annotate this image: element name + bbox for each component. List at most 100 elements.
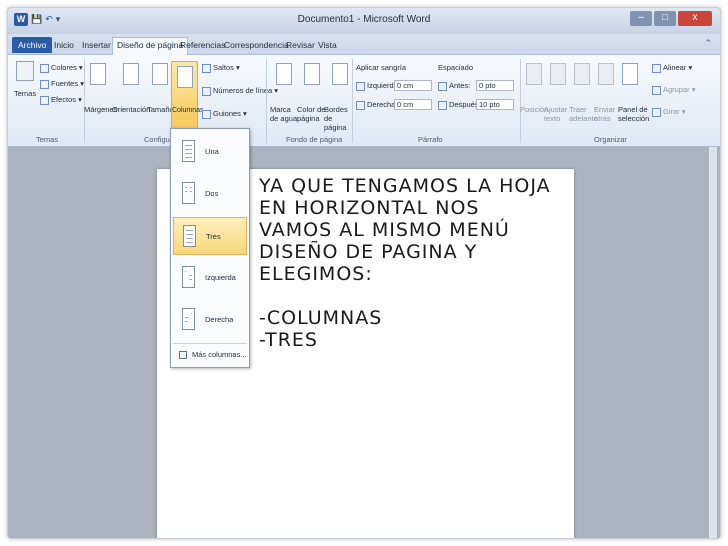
orientation-button[interactable]: Orientación xyxy=(112,105,150,114)
help-icon[interactable]: ⌃ xyxy=(704,38,712,49)
colors-icon xyxy=(40,63,49,73)
rotate-label: Girar xyxy=(663,107,680,116)
size-button[interactable]: Tamaño xyxy=(147,105,174,114)
indent-left-icon xyxy=(356,81,365,91)
line-numbers-icon xyxy=(202,86,211,96)
effects-icon xyxy=(40,95,49,105)
columns-option-tres[interactable]: Tres xyxy=(173,217,247,255)
themes-icon[interactable] xyxy=(16,61,34,81)
watermark-button[interactable]: Marca de agua xyxy=(270,105,300,123)
group-objects-icon xyxy=(652,85,661,95)
columns-dropdown: Una Dos Tres Izquierda Derecha Más colum… xyxy=(170,128,250,368)
align-icon xyxy=(652,63,661,73)
one-column-icon xyxy=(182,140,195,162)
rotate-button[interactable]: Girar ▾ xyxy=(652,107,686,117)
group-label-organizar: Organizar xyxy=(594,135,627,144)
breaks-button[interactable]: Saltos ▾ xyxy=(202,63,240,73)
menu-divider xyxy=(173,343,247,344)
tab-inicio[interactable]: Inicio xyxy=(50,38,78,52)
columns-icon xyxy=(177,66,193,88)
ribbon-tabs: Archivo Inicio Insertar Diseño de página… xyxy=(8,34,720,56)
line-numbers-label: Números de línea xyxy=(213,86,273,95)
minimize-button[interactable]: – xyxy=(630,11,652,26)
columns-option-label: Izquierda xyxy=(205,273,236,282)
group-divider xyxy=(266,59,267,143)
rotate-icon xyxy=(652,107,661,117)
themes-button[interactable]: Temas xyxy=(14,89,36,98)
tab-archivo[interactable]: Archivo xyxy=(12,37,53,53)
indent-right-text: Derecha: xyxy=(367,100,398,109)
close-button[interactable]: x xyxy=(678,11,712,26)
title-bar: W 💾 ↶ ▾ Documento1 - Microsoft Word – □ … xyxy=(8,8,720,34)
breaks-icon xyxy=(202,63,211,73)
group-objects-label: Agrupar xyxy=(663,85,690,94)
group-label-fondo: Fondo de página xyxy=(286,135,343,144)
selection-pane-button[interactable]: Panel de selección xyxy=(618,105,649,123)
spacing-before-input[interactable]: 0 pto xyxy=(476,80,514,91)
columns-option-label: Una xyxy=(205,147,219,156)
columns-option-label: Dos xyxy=(205,189,219,198)
right-column-icon xyxy=(182,308,195,330)
watermark-icon xyxy=(276,63,292,85)
spacing-before-icon xyxy=(438,81,447,91)
align-button[interactable]: Alinear ▾ xyxy=(652,63,692,73)
page-borders-button[interactable]: Bordes de página xyxy=(324,105,354,132)
fonts-label: Fuentes xyxy=(51,79,79,88)
effects-button[interactable]: Efectos ▾ xyxy=(40,95,82,105)
columns-option-label: Derecha xyxy=(205,315,234,324)
vertical-scrollbar[interactable] xyxy=(709,147,717,538)
wrap-text-button[interactable]: Ajustar texto xyxy=(544,105,572,123)
page-borders-icon xyxy=(332,63,348,85)
spacing-after-input[interactable]: 10 pto xyxy=(476,99,514,110)
left-column-icon xyxy=(182,266,195,288)
maximize-button[interactable]: □ xyxy=(654,11,676,26)
effects-label: Efectos xyxy=(51,95,77,104)
window-controls: – □ x xyxy=(630,11,712,26)
selection-pane-icon xyxy=(622,63,638,85)
tab-insertar[interactable]: Insertar xyxy=(78,38,115,52)
fonts-button[interactable]: Fuentes ▾ xyxy=(40,79,84,89)
document-text[interactable]: Ya que tengamos la hoja en horizontal no… xyxy=(259,175,559,351)
page-color-button[interactable]: Color de página xyxy=(297,105,327,123)
position-icon xyxy=(526,63,542,85)
hyphenation-icon xyxy=(202,109,211,119)
send-backward-icon xyxy=(598,63,614,85)
indent-left-input[interactable]: 0 cm xyxy=(394,80,432,91)
spacing-before-label: Antes: xyxy=(438,81,470,91)
indent-right-label: Derecha: xyxy=(356,100,397,110)
window-title: Documento1 - Microsoft Word xyxy=(297,14,431,25)
tab-vista[interactable]: Vista xyxy=(314,38,341,52)
columns-option-izquierda[interactable]: Izquierda xyxy=(173,259,247,297)
indent-heading: Aplicar sangría xyxy=(356,63,407,72)
size-icon xyxy=(152,63,168,85)
indent-right-icon xyxy=(356,100,365,110)
more-columns-label: Más columnas... xyxy=(192,350,247,359)
columns-button[interactable]: Columnas xyxy=(171,61,204,129)
columns-option-dos[interactable]: Dos xyxy=(173,175,247,213)
columns-option-derecha[interactable]: Derecha xyxy=(173,301,247,339)
spacing-before-text: Antes: xyxy=(449,81,471,90)
columns-option-label: Tres xyxy=(206,232,221,241)
group-objects-button[interactable]: Agrupar ▾ xyxy=(652,85,696,95)
document-area: Ya que tengamos la hoja en horizontal no… xyxy=(8,147,720,538)
slide-frame: W 💾 ↶ ▾ Documento1 - Microsoft Word – □ … xyxy=(7,7,721,539)
group-divider xyxy=(84,59,85,143)
page-color-icon xyxy=(304,63,320,85)
colors-label: Colores xyxy=(51,63,77,72)
columns-label: Columnas xyxy=(172,107,204,114)
ribbon: Temas Colores ▾ Fuentes ▾ Efectos ▾ Tema… xyxy=(8,55,720,147)
align-label: Alinear xyxy=(663,63,687,72)
bring-forward-button[interactable]: Traer adelante xyxy=(569,105,598,123)
two-columns-icon xyxy=(182,182,195,204)
wrap-text-icon xyxy=(550,63,566,85)
colors-button[interactable]: Colores ▾ xyxy=(40,63,83,73)
spacing-after-icon xyxy=(438,100,447,110)
spacing-after-label: Después: xyxy=(438,100,481,110)
spacing-heading: Espaciado xyxy=(438,63,474,72)
more-columns-item[interactable]: Más columnas... xyxy=(179,350,247,360)
three-columns-icon xyxy=(183,225,196,247)
columns-option-una[interactable]: Una xyxy=(173,133,247,171)
group-label-parrafo: Párrafo xyxy=(418,135,443,144)
hyphenation-button[interactable]: Guiones ▾ xyxy=(202,109,247,119)
indent-right-input[interactable]: 0 cm xyxy=(394,99,432,110)
